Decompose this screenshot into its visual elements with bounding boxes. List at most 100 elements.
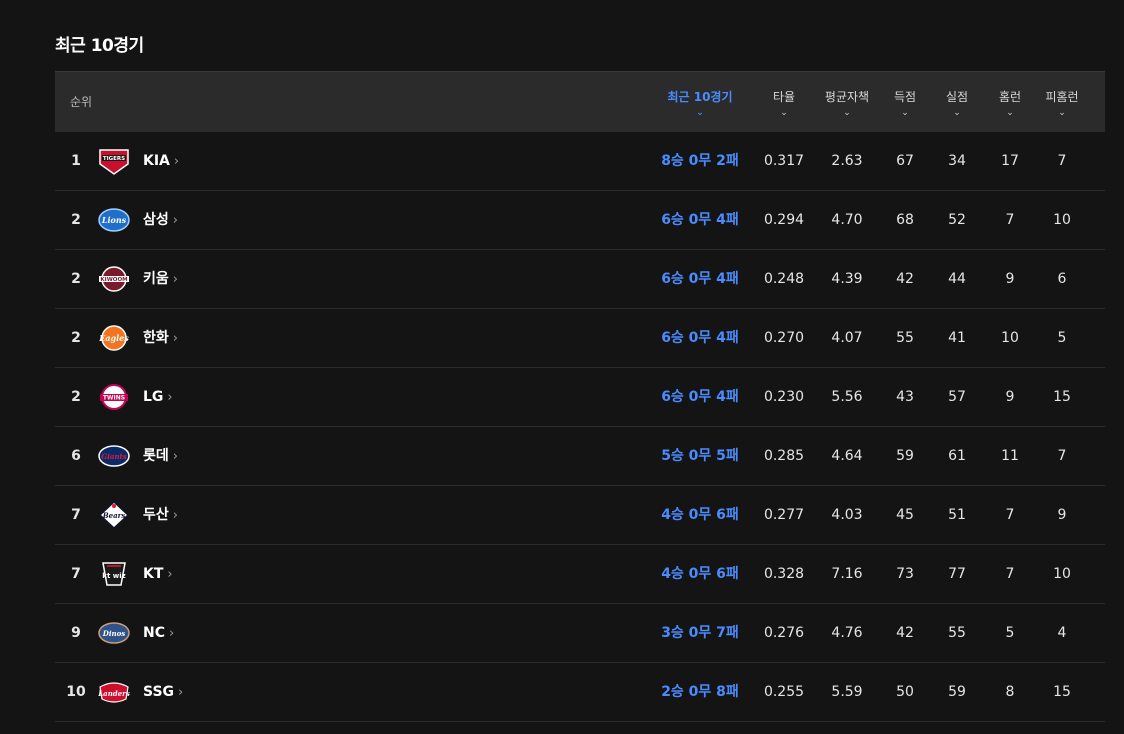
table-row: 1 TIGERS KIA › 8승 0무 2패 0.317 2.63 67 34 17 7	[55, 132, 1105, 191]
runs-allowed: 44	[948, 271, 966, 287]
runs-scored: 50	[896, 684, 914, 700]
home-runs: 7	[1005, 212, 1015, 228]
chevron-right-icon: ›	[167, 567, 173, 582]
chevron-right-icon: ›	[169, 626, 175, 641]
team-link[interactable]: 삼성 ›	[143, 191, 178, 250]
team-link[interactable]: KIA ›	[143, 132, 179, 191]
sort-avg-header[interactable]: 타율 ⌄	[773, 88, 795, 118]
home-runs-allowed: 9	[1057, 507, 1067, 523]
batting-average: 0.328	[763, 566, 805, 582]
chevron-right-icon: ›	[167, 390, 173, 405]
rank-value: 10	[66, 684, 86, 700]
sort-hr-header[interactable]: 홈런 ⌄	[999, 88, 1021, 118]
table-header: 순위 최근 10경기 ⌄ 타율 ⌄ 평균자책 ⌄ 득점 ⌄ 실점 ⌄ 홈런 ⌄ …	[55, 71, 1105, 132]
team-name: SSG	[143, 684, 175, 700]
table-row: 2 Lions 삼성 › 6승 0무 4패 0.294 4.70 68 52 7 10	[55, 191, 1105, 250]
home-runs: 11	[1001, 448, 1019, 464]
team-name: 한화	[143, 330, 169, 346]
home-runs: 10	[1001, 330, 1019, 346]
rank-value: 1	[71, 153, 81, 169]
header-label: 득점	[893, 90, 917, 104]
header-label: 실점	[945, 90, 969, 104]
team-link[interactable]: 롯데 ›	[143, 427, 178, 486]
team-link[interactable]: KT ›	[143, 545, 173, 604]
runs-scored: 42	[896, 271, 914, 287]
batting-average: 0.248	[763, 271, 805, 287]
svg-text:Giants: Giants	[101, 452, 126, 461]
rank-header: 순위	[70, 95, 93, 109]
team-link[interactable]: 키움 ›	[143, 250, 178, 309]
era-value: 4.76	[831, 625, 863, 641]
runs-scored: 67	[896, 153, 914, 169]
chevron-right-icon: ›	[173, 154, 180, 169]
home-runs: 7	[1005, 507, 1015, 523]
svg-text:KIWOOM: KIWOOM	[100, 277, 127, 283]
table-body: 1 TIGERS KIA › 8승 0무 2패 0.317 2.63 67 34 17 7 2 Lion…	[55, 132, 1105, 722]
table-row: 7 kt wiz KT › 4승 0무 6패 0.328 7.16 73 77 7 10	[55, 545, 1105, 604]
sort-recent-10-header[interactable]: 최근 10경기 ⌄	[667, 88, 732, 118]
team-name: KT	[143, 566, 164, 582]
era-value: 4.64	[831, 448, 863, 464]
home-runs-allowed: 10	[1053, 566, 1071, 582]
rank-value: 7	[71, 507, 81, 523]
era-value: 5.59	[831, 684, 863, 700]
svg-text:Bears: Bears	[102, 511, 126, 520]
table-row: 6 Giants 롯데 › 5승 0무 5패 0.285 4.64 59 61 11 7	[55, 427, 1105, 486]
era-value: 4.70	[831, 212, 863, 228]
team-link[interactable]: SSG ›	[143, 663, 183, 722]
runs-scored: 42	[896, 625, 914, 641]
rank-value: 6	[71, 448, 81, 464]
team-link[interactable]: NC ›	[143, 604, 174, 663]
team-name: LG	[143, 389, 164, 405]
era-value: 7.16	[831, 566, 863, 582]
sort-era-header[interactable]: 평균자책 ⌄	[825, 88, 869, 118]
rank-value: 2	[71, 330, 81, 346]
sort-runs-header[interactable]: 득점 ⌄	[894, 88, 916, 118]
home-runs: 9	[1005, 271, 1015, 287]
home-runs-allowed: 15	[1053, 684, 1071, 700]
svg-text:Lions: Lions	[101, 215, 127, 225]
chevron-down-icon: ⌄	[901, 108, 909, 118]
team-name: 롯데	[143, 448, 169, 464]
chevron-down-icon: ⌄	[780, 108, 788, 118]
team-link[interactable]: 두산 ›	[143, 486, 178, 545]
batting-average: 0.255	[763, 684, 805, 700]
recent-10-record: 5승 0무 5패	[661, 448, 739, 464]
team-name: 키움	[143, 271, 169, 287]
batting-average: 0.294	[763, 212, 805, 228]
chevron-right-icon: ›	[172, 213, 178, 228]
chevron-down-icon: ⌄	[1058, 108, 1066, 118]
chevron-right-icon: ›	[172, 331, 178, 346]
svg-text:Dinos: Dinos	[102, 629, 125, 638]
team-logo-icon: Giants	[97, 441, 131, 471]
recent-10-record: 3승 0무 7패	[661, 625, 739, 641]
standings-table: 순위 최근 10경기 ⌄ 타율 ⌄ 평균자책 ⌄ 득점 ⌄ 실점 ⌄ 홈런 ⌄ …	[55, 71, 1105, 722]
table-row: 2 KIWOOM 키움 › 6승 0무 4패 0.248 4.39 42 44 9 6	[55, 250, 1105, 309]
team-link[interactable]: LG ›	[143, 368, 173, 427]
team-name: KIA	[143, 153, 170, 169]
runs-allowed: 57	[948, 389, 966, 405]
team-link[interactable]: 한화 ›	[143, 309, 178, 368]
team-logo-icon: Lions	[97, 205, 131, 235]
runs-allowed: 55	[948, 625, 966, 641]
team-name: 두산	[143, 507, 169, 523]
table-row: 7 Bears 두산 › 4승 0무 6패 0.277 4.03 45 51 7 9	[55, 486, 1105, 545]
batting-average: 0.277	[763, 507, 805, 523]
rank-value: 2	[71, 271, 81, 287]
home-runs: 8	[1005, 684, 1015, 700]
home-runs-allowed: 6	[1057, 271, 1067, 287]
team-logo-icon: Landers	[97, 677, 131, 707]
sort-hr-allowed-header[interactable]: 피홈런 ⌄	[1045, 88, 1078, 118]
page-title: 최근 10경기	[55, 36, 144, 56]
runs-scored: 68	[896, 212, 914, 228]
header-label: 최근 10경기	[667, 90, 733, 104]
sort-allowed-header[interactable]: 실점 ⌄	[946, 88, 968, 118]
runs-scored: 55	[896, 330, 914, 346]
svg-text:TWINS: TWINS	[103, 395, 125, 402]
rank-value: 7	[71, 566, 81, 582]
chevron-right-icon: ›	[172, 272, 178, 287]
era-value: 4.07	[831, 330, 863, 346]
recent-10-record: 4승 0무 6패	[661, 507, 739, 523]
runs-scored: 43	[896, 389, 914, 405]
svg-text:TIGERS: TIGERS	[103, 156, 125, 162]
